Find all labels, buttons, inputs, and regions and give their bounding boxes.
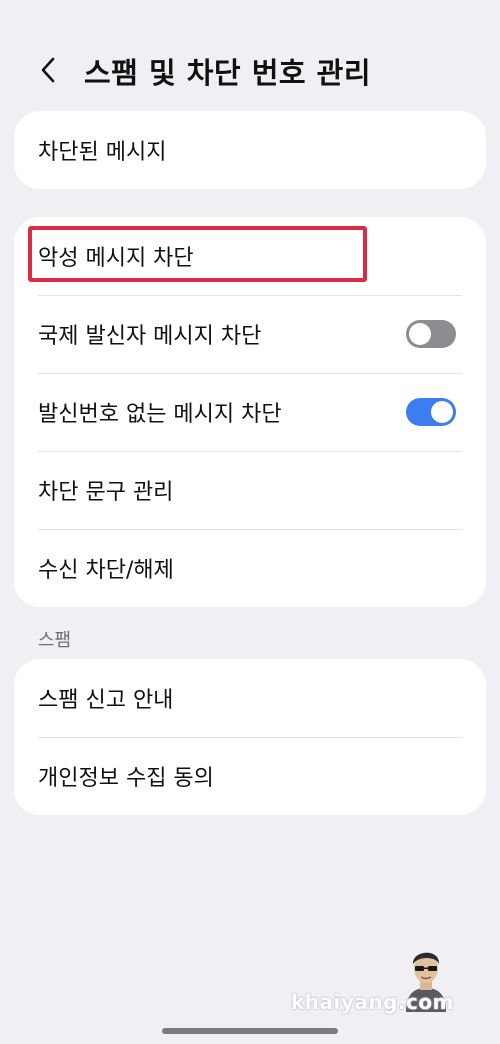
spam-section-header: 스팸: [38, 630, 72, 651]
privacy-consent-item[interactable]: 개인정보 수집 동의: [14, 737, 486, 815]
malicious-message-block-label: 악성 메시지 차단: [38, 246, 194, 271]
spam-report-guide-item[interactable]: 스팸 신고 안내: [14, 659, 486, 737]
no-caller-id-block-toggle[interactable]: [406, 398, 456, 426]
block-phrases-item[interactable]: 차단 문구 관리: [14, 451, 486, 529]
block-phrases-label: 차단 문구 관리: [38, 480, 174, 505]
blocked-messages-card: 차단된 메시지: [14, 111, 486, 189]
international-sender-block-toggle[interactable]: [406, 320, 456, 348]
block-unblock-item[interactable]: 수신 차단/해제: [14, 529, 486, 607]
blocked-messages-item[interactable]: 차단된 메시지: [14, 111, 486, 189]
block-unblock-label: 수신 차단/해제: [38, 558, 174, 583]
spam-report-guide-label: 스팸 신고 안내: [38, 688, 174, 713]
home-indicator[interactable]: [162, 1028, 338, 1034]
spam-card: 스팸 신고 안내 개인정보 수집 동의: [14, 659, 486, 815]
no-caller-id-block-label: 발신번호 없는 메시지 차단: [38, 402, 282, 427]
blocking-settings-card: 악성 메시지 차단 국제 발신자 메시지 차단 발신번호 없는 메시지 차단 차…: [14, 217, 486, 607]
toggle-knob: [431, 401, 453, 423]
blocked-messages-label: 차단된 메시지: [38, 140, 167, 165]
back-button[interactable]: [30, 52, 66, 88]
watermark-text: khaiyang.com: [290, 990, 454, 1014]
page-title: 스팸 및 차단 번호 관리: [84, 56, 372, 90]
international-sender-block-item[interactable]: 국제 발신자 메시지 차단: [14, 295, 486, 373]
toggle-knob: [409, 323, 431, 345]
chevron-left-icon: [41, 57, 55, 83]
malicious-message-block-item[interactable]: 악성 메시지 차단: [14, 217, 486, 295]
app-header: 스팸 및 차단 번호 관리: [0, 40, 500, 100]
privacy-consent-label: 개인정보 수집 동의: [38, 766, 214, 791]
no-caller-id-block-item[interactable]: 발신번호 없는 메시지 차단: [14, 373, 486, 451]
international-sender-block-label: 국제 발신자 메시지 차단: [38, 324, 262, 349]
